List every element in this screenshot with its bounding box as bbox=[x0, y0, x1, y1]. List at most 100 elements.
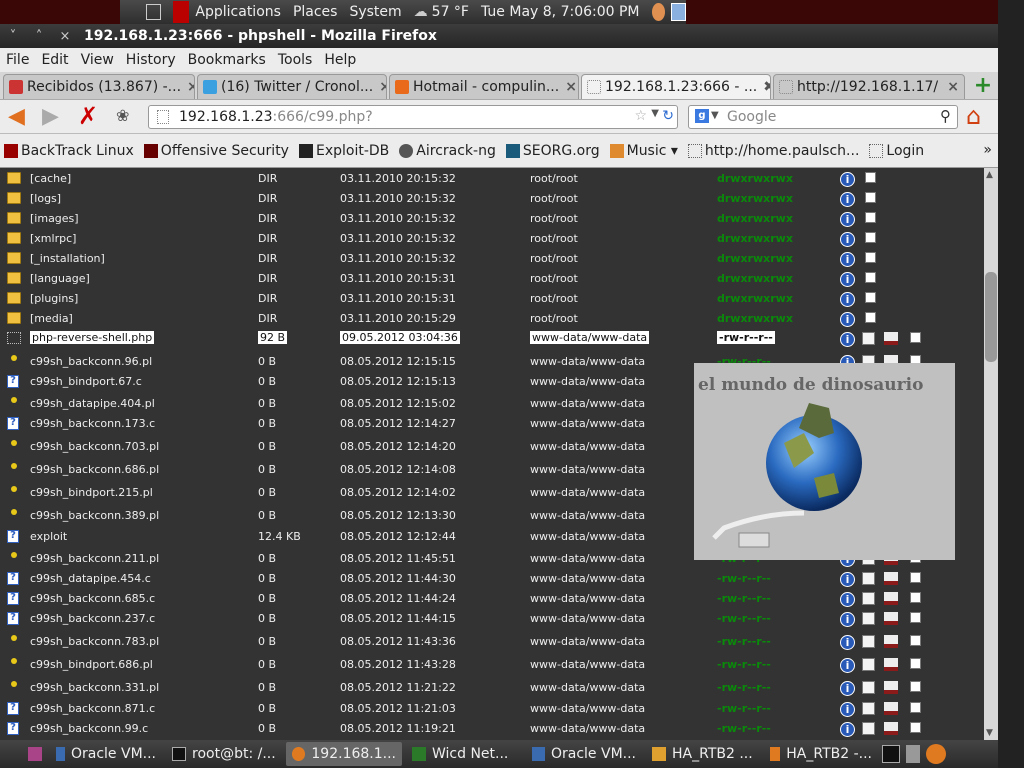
bookmark-aircrack-ng[interactable]: Aircrack-ng bbox=[399, 143, 496, 159]
file-perms[interactable]: -rw-r--r-- bbox=[717, 572, 771, 585]
addon-icon[interactable]: ❀ bbox=[116, 106, 129, 125]
task-oracle-vm-2[interactable]: Oracle VM... bbox=[526, 742, 642, 766]
menu-view[interactable]: View bbox=[81, 52, 114, 68]
file-info-icon[interactable]: i bbox=[840, 612, 855, 627]
file-name[interactable]: c99sh_backconn.331.pl bbox=[30, 681, 159, 694]
file-info-icon[interactable]: i bbox=[840, 722, 855, 737]
file-select-checkbox[interactable] bbox=[865, 192, 876, 203]
file-edit-icon[interactable] bbox=[862, 612, 875, 625]
bookmarks-overflow-chevron-icon[interactable]: » bbox=[983, 142, 992, 158]
file-name[interactable]: c99sh_backconn.703.pl bbox=[30, 440, 159, 453]
show-desktop-icon[interactable] bbox=[146, 4, 162, 20]
file-perms[interactable]: -rw-r--r-- bbox=[717, 722, 771, 735]
new-tab-plus-icon[interactable]: + bbox=[971, 75, 995, 99]
file-edit-icon[interactable] bbox=[862, 658, 875, 671]
file-info-icon[interactable]: i bbox=[840, 212, 855, 227]
file-name[interactable]: c99sh_backconn.96.pl bbox=[30, 355, 152, 368]
file-select-checkbox[interactable] bbox=[910, 681, 921, 692]
file-select-checkbox[interactable] bbox=[910, 332, 921, 343]
site-identity-icon[interactable] bbox=[157, 110, 169, 124]
task-firefox[interactable]: 192.168.1... bbox=[286, 742, 402, 766]
file-name[interactable]: c99sh_datapipe.454.c bbox=[30, 572, 151, 585]
forward-arrow-icon[interactable]: ▶ bbox=[42, 106, 59, 128]
menu-history[interactable]: History bbox=[126, 52, 176, 68]
file-info-icon[interactable]: i bbox=[840, 572, 855, 587]
menu-tools[interactable]: Tools bbox=[278, 52, 313, 68]
file-name[interactable]: c99sh_bindport.686.pl bbox=[30, 658, 153, 671]
home-icon[interactable]: ⌂ bbox=[966, 104, 981, 128]
menu-bookmarks[interactable]: Bookmarks bbox=[188, 52, 266, 68]
tab-twitter[interactable]: (16) Twitter / Cronol...× bbox=[197, 74, 387, 99]
stop-icon[interactable]: ✗ bbox=[78, 104, 98, 128]
url-bar[interactable]: 192.168.1.23:666/c99.php? ☆ ▼ ↻ bbox=[148, 105, 678, 129]
file-select-checkbox[interactable] bbox=[910, 722, 921, 733]
file-select-checkbox[interactable] bbox=[865, 232, 876, 243]
file-download-icon[interactable] bbox=[884, 702, 898, 715]
tab-close-icon[interactable]: ✖ bbox=[757, 79, 770, 95]
tab-gmail[interactable]: Recibidos (13.867) -...× bbox=[3, 74, 195, 99]
file-name[interactable]: c99sh_backconn.99.c bbox=[30, 722, 148, 735]
search-engine-dropdown-icon[interactable]: ▼ bbox=[711, 110, 719, 121]
file-download-icon[interactable] bbox=[884, 722, 898, 735]
menu-file[interactable]: File bbox=[6, 52, 29, 68]
file-name[interactable]: [logs] bbox=[30, 192, 61, 205]
backtrack-logo-icon[interactable] bbox=[173, 1, 190, 23]
file-name[interactable]: [cache] bbox=[30, 172, 71, 185]
file-info-icon[interactable]: i bbox=[840, 252, 855, 267]
bookmark-star-icon[interactable]: ☆ bbox=[634, 108, 647, 124]
file-select-checkbox[interactable] bbox=[865, 172, 876, 183]
file-name[interactable]: [images] bbox=[30, 212, 79, 225]
firefox-launcher-icon[interactable] bbox=[926, 744, 946, 764]
file-info-icon[interactable]: i bbox=[840, 312, 855, 327]
file-name[interactable]: c99sh_datapipe.404.pl bbox=[30, 397, 155, 410]
file-name[interactable]: c99sh_bindport.215.pl bbox=[30, 486, 153, 499]
applications-menu[interactable]: Applications bbox=[195, 4, 281, 20]
tab-close-icon[interactable]: × bbox=[373, 79, 386, 95]
file-name[interactable]: [media] bbox=[30, 312, 73, 325]
file-name[interactable]: c99sh_backconn.237.c bbox=[30, 612, 155, 625]
file-perms[interactable]: drwxrwxrwx bbox=[717, 252, 793, 265]
file-edit-icon[interactable] bbox=[862, 702, 875, 715]
search-icon[interactable]: ⚲ bbox=[940, 107, 951, 125]
file-download-icon[interactable] bbox=[884, 635, 898, 648]
file-perms[interactable]: drwxrwxrwx bbox=[717, 212, 793, 225]
file-info-icon[interactable]: i bbox=[840, 658, 855, 673]
tab-close-icon[interactable]: × bbox=[941, 79, 959, 95]
file-perms[interactable]: drwxrwxrwx bbox=[717, 292, 793, 305]
file-info-icon[interactable]: i bbox=[840, 592, 855, 607]
file-info-icon[interactable]: i bbox=[840, 192, 855, 207]
file-perms[interactable]: -rw-r--r-- bbox=[717, 681, 771, 694]
menu-help[interactable]: Help bbox=[324, 52, 356, 68]
bookmark-backtrack[interactable]: BackTrack Linux bbox=[4, 143, 134, 159]
file-select-checkbox[interactable] bbox=[865, 272, 876, 283]
file-name[interactable]: [language] bbox=[30, 272, 90, 285]
bookmark-folder-music[interactable]: Music ▾ bbox=[609, 143, 678, 159]
file-name[interactable]: c99sh_backconn.686.pl bbox=[30, 463, 159, 476]
file-info-icon[interactable]: i bbox=[840, 681, 855, 696]
file-name[interactable]: exploit bbox=[30, 530, 67, 543]
file-perms[interactable]: drwxrwxrwx bbox=[717, 232, 793, 245]
file-name[interactable]: [plugins] bbox=[30, 292, 78, 305]
places-menu[interactable]: Places bbox=[293, 4, 338, 20]
file-perms[interactable]: -rw-r--r-- bbox=[717, 612, 771, 625]
search-bar[interactable]: g ▼ Google ⚲ bbox=[688, 105, 958, 129]
file-select-checkbox[interactable] bbox=[865, 312, 876, 323]
file-perms[interactable]: drwxrwxrwx bbox=[717, 192, 793, 205]
file-name[interactable]: c99sh_bindport.67.c bbox=[30, 375, 142, 388]
file-select-checkbox[interactable] bbox=[910, 612, 921, 623]
menu-edit[interactable]: Edit bbox=[41, 52, 68, 68]
file-select-checkbox[interactable] bbox=[910, 702, 921, 713]
bookmark-paulsch[interactable]: http://home.paulsch... bbox=[687, 143, 859, 159]
bookmark-exploit-db[interactable]: Exploit-DB bbox=[298, 143, 389, 159]
file-perms[interactable]: -rw-r--r-- bbox=[717, 592, 771, 605]
task-terminal[interactable]: root@bt: /... bbox=[166, 742, 282, 766]
weather-temp[interactable]: 57 °F bbox=[432, 4, 469, 20]
vertical-scrollbar[interactable]: ▲ ▼ bbox=[984, 168, 998, 740]
tab-192-168-1-17[interactable]: http://192.168.1.17/× bbox=[773, 74, 965, 99]
file-perms[interactable]: drwxrwxrwx bbox=[717, 312, 793, 325]
file-edit-icon[interactable] bbox=[862, 722, 875, 735]
file-info-icon[interactable]: i bbox=[840, 172, 855, 187]
file-download-icon[interactable] bbox=[884, 658, 898, 671]
bookmark-seorg[interactable]: SEORG.org bbox=[505, 143, 600, 159]
task-ha-rtb2-1[interactable]: HA_RTB2 ... bbox=[646, 742, 760, 766]
